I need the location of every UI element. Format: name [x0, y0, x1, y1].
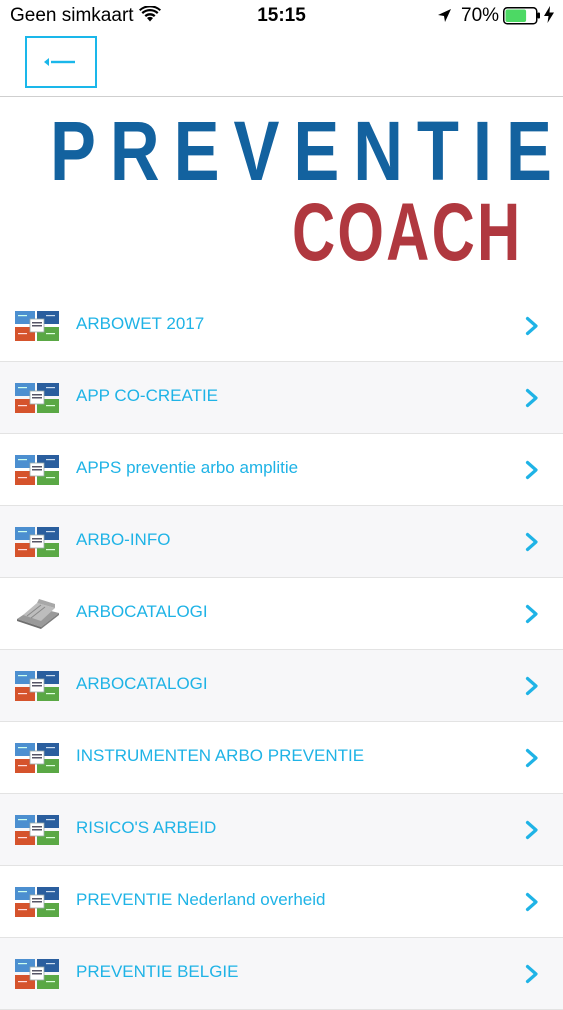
list-item-label: ARBOCATALOGI	[76, 674, 208, 693]
chevron-right-icon	[525, 604, 539, 629]
list-item[interactable]: ARBOCATALOGI	[0, 650, 563, 722]
tiles-thumbnail-icon	[15, 311, 59, 341]
nav-bar	[0, 32, 563, 97]
status-bar: Geen simkaart 15:15 70%	[0, 0, 563, 32]
tiles-thumbnail-icon	[15, 959, 59, 989]
list-item-label: ARBOWET 2017	[76, 314, 205, 333]
chevron-right-icon	[525, 748, 539, 773]
books-thumbnail-icon	[15, 599, 59, 629]
battery-percent: 70%	[461, 5, 500, 26]
list-item-label: PREVENTIE BELGIE	[76, 962, 239, 981]
list-item[interactable]: PREVENTIE BELGIE	[0, 938, 563, 1010]
chevron-right-icon	[525, 892, 539, 917]
list-item-label: ARBO-INFO	[76, 530, 171, 549]
tiles-thumbnail-icon	[15, 383, 59, 413]
tiles-thumbnail-icon	[15, 887, 59, 917]
chevron-right-icon	[525, 820, 539, 845]
list-item[interactable]: INSTRUMENTEN ARBO PREVENTIE	[0, 722, 563, 794]
list-item-label: PREVENTIE Nederland overheid	[76, 890, 326, 909]
logo-title-coach: COACH	[292, 187, 523, 278]
list-item[interactable]: RISICO'S ARBEID	[0, 794, 563, 866]
chevron-right-icon	[525, 388, 539, 413]
tiles-thumbnail-icon	[15, 527, 59, 557]
battery-icon	[503, 7, 541, 31]
tiles-thumbnail-icon	[15, 671, 59, 701]
chevron-right-icon	[525, 676, 539, 701]
location-arrow-icon	[437, 7, 452, 29]
list-item[interactable]: PREVENTIE Nederland overheid	[0, 866, 563, 938]
list-item-label: APP CO-CREATIE	[76, 386, 219, 405]
chevron-right-icon	[525, 460, 539, 485]
chevron-right-icon	[525, 316, 539, 341]
list-item[interactable]: ARBO-INFO	[0, 506, 563, 578]
list-item[interactable]: APPS preventie arbo amplitie	[0, 434, 563, 506]
list-item-label: RISICO'S ARBEID	[76, 818, 217, 837]
list-item[interactable]: APP CO-CREATIE	[0, 362, 563, 434]
back-button[interactable]	[25, 36, 97, 88]
list-item-label: APPS preventie arbo amplitie	[76, 458, 299, 477]
tiles-thumbnail-icon	[15, 815, 59, 845]
chevron-right-icon	[525, 964, 539, 989]
list-item-label: ARBOCATALOGI	[76, 602, 208, 621]
logo-title-preventie: PREVENTIE	[50, 104, 563, 198]
tiles-thumbnail-icon	[15, 743, 59, 773]
charging-bolt-icon	[544, 6, 554, 29]
menu-list: ARBOWET 2017 APP CO-CREATIE APPS prevent…	[0, 290, 563, 1010]
list-item[interactable]: ARBOCATALOGI	[0, 578, 563, 650]
list-item-label: INSTRUMENTEN ARBO PREVENTIE	[76, 746, 365, 765]
header-logo: PREVENTIE COACH	[0, 97, 563, 291]
tiles-thumbnail-icon	[15, 455, 59, 485]
back-arrow-icon	[44, 58, 75, 66]
list-item[interactable]: ARBOWET 2017	[0, 290, 563, 362]
chevron-right-icon	[525, 532, 539, 557]
